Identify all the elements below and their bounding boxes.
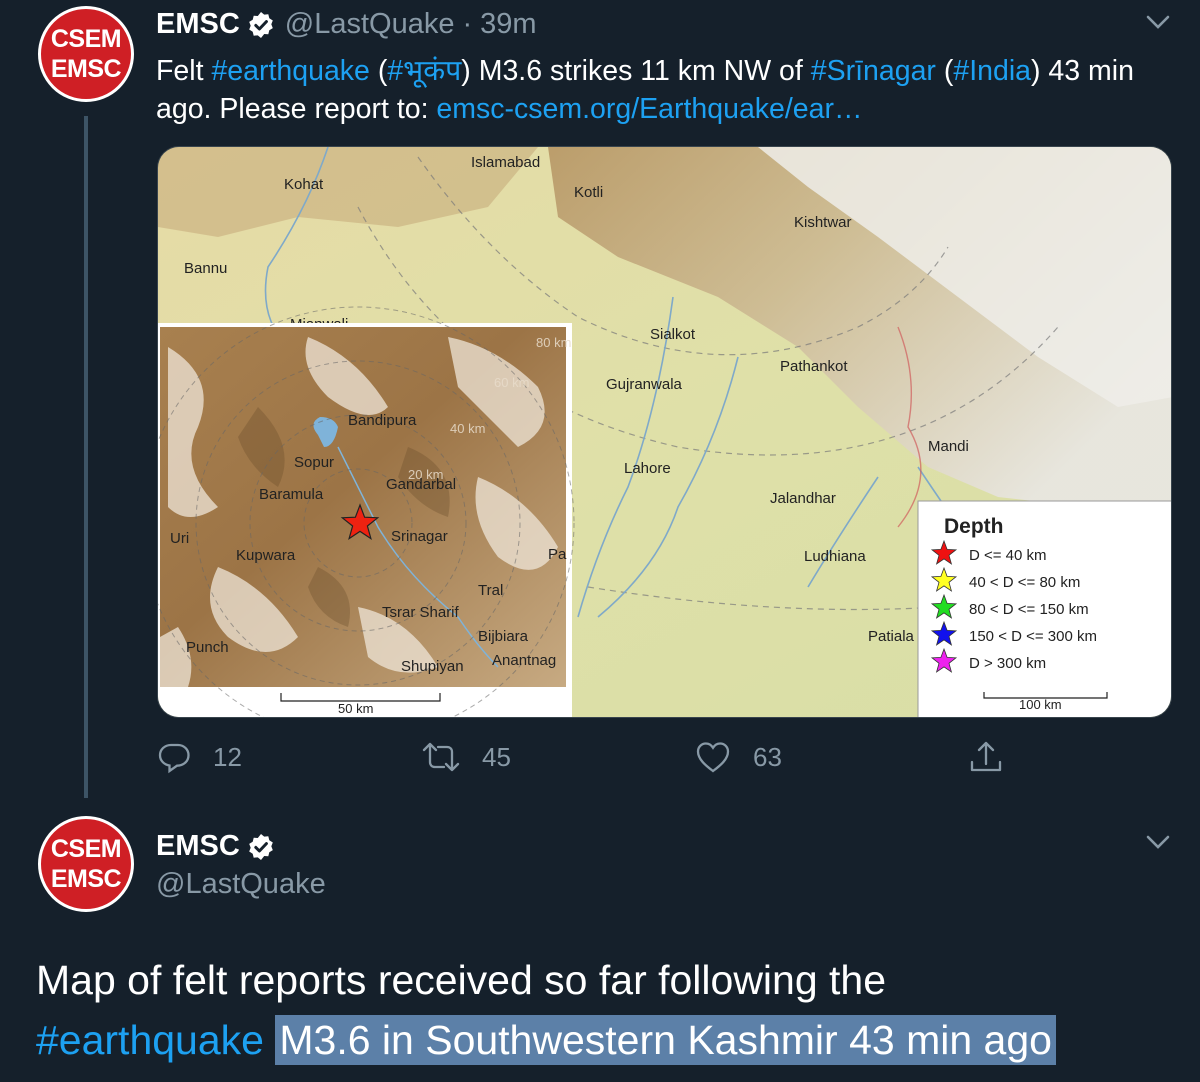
timestamp[interactable]: 39m <box>480 8 536 41</box>
handle[interactable]: @LastQuake <box>285 8 455 41</box>
inset-place-label: Tsrar Sharif <box>382 604 460 621</box>
place-label: Mandi <box>928 438 969 455</box>
avatar-text-top: CSEM <box>50 25 122 53</box>
display-name[interactable]: EMSC <box>156 8 240 41</box>
inset-place-label: Tral <box>478 582 503 599</box>
chevron-down-icon[interactable] <box>1144 8 1172 36</box>
place-label: Islamabad <box>471 154 540 171</box>
external-link[interactable]: emsc-csem.org/Earthquake/ear… <box>436 93 862 125</box>
reply-count: 12 <box>213 741 242 772</box>
avatar-text-bottom: EMSC <box>50 865 122 893</box>
tweet-1[interactable]: CSEM EMSC EMSC @LastQuake · 39m Felt #ea… <box>0 0 1200 806</box>
legend-title: Depth <box>944 515 1004 538</box>
ring-label: 40 km <box>450 421 485 436</box>
place-label: Bannu <box>184 260 227 277</box>
hashtag-india[interactable]: #India <box>953 55 1031 87</box>
inset-place-label: Bijbiara <box>478 628 529 645</box>
avatar[interactable]: CSEM EMSC <box>38 6 134 102</box>
avatar-text-bottom: EMSC <box>50 55 122 83</box>
share-icon <box>970 741 1002 772</box>
inset-place-label: Sopur <box>294 454 334 471</box>
inset-place-label: Pa <box>548 546 567 563</box>
verified-badge-icon <box>247 833 275 861</box>
inset-place-label: Bandipura <box>348 412 417 429</box>
chevron-down-icon[interactable] <box>1144 828 1172 856</box>
verified-badge-icon <box>247 11 275 39</box>
heart-icon <box>696 742 730 773</box>
retweet-button[interactable]: 45 <box>422 740 511 774</box>
place-label: Gujranwala <box>606 376 683 393</box>
text-segment: ( <box>935 55 954 87</box>
retweet-count: 45 <box>482 741 511 772</box>
reply-button[interactable]: 12 <box>157 740 242 774</box>
tweet-text: Felt #earthquake (#भूकंप) M3.6 strikes 1… <box>156 52 1166 128</box>
map-image[interactable]: Islamabad Kohat Kotli Kishtwar Bannu Mia… <box>157 146 1172 718</box>
place-label: Pathankot <box>780 358 848 375</box>
place-label: Kotli <box>574 184 603 201</box>
ring-label: 80 km <box>536 335 571 350</box>
like-count: 63 <box>753 741 782 772</box>
inset-place-label: Uri <box>170 530 189 547</box>
legend-label: 40 < D <= 80 km <box>969 574 1080 591</box>
hashtag-srinagar[interactable]: #Srīnagar <box>811 55 936 87</box>
place-label: Ludhiana <box>804 548 866 565</box>
retweet-icon <box>422 742 460 772</box>
legend-scale-label: 100 km <box>1019 697 1062 712</box>
avatar[interactable]: CSEM EMSC <box>38 816 134 912</box>
place-label: Patiala <box>868 628 915 645</box>
hashtag-earthquake[interactable]: #earthquake <box>36 1017 264 1063</box>
text-line: Map of felt reports received so far foll… <box>36 957 887 1003</box>
inset-place-label: Shupiyan <box>401 658 464 675</box>
inset-place-label: Srinagar <box>391 528 448 545</box>
tweet-header: EMSC @LastQuake · 39m <box>156 8 537 41</box>
text-segment: Felt <box>156 55 212 87</box>
legend-label: 80 < D <= 150 km <box>969 601 1089 618</box>
tweet2-text: Map of felt reports received so far foll… <box>36 950 1196 1070</box>
inset-place-label: Anantnag <box>492 652 556 669</box>
share-button[interactable] <box>968 740 1004 776</box>
text-line-2: #earthquake M3.6 in Southwestern Kashmir… <box>36 1010 1196 1070</box>
like-button[interactable]: 63 <box>695 740 782 774</box>
legend-label: D > 300 km <box>969 655 1046 672</box>
selected-text: M3.6 in Southwestern Kashmir 43 min ago <box>275 1015 1056 1065</box>
place-label: Lahore <box>624 460 671 477</box>
text-segment: ( <box>369 55 388 87</box>
text-segment: ) M3.6 strikes 11 km NW of <box>461 55 811 87</box>
place-label: Kishtwar <box>794 214 852 231</box>
hashtag-bhukamp[interactable]: #भूकंप <box>387 55 461 87</box>
inset-map: 80 km 60 km 40 km 20 km Bandipura Sopur … <box>158 306 575 717</box>
inset-scale-label: 50 km <box>338 701 373 716</box>
tweet2-header: EMSC <box>156 830 285 863</box>
reply-icon <box>158 743 190 774</box>
hashtag-earthquake[interactable]: #earthquake <box>211 55 369 87</box>
handle[interactable]: @LastQuake <box>156 868 326 901</box>
thread-connector <box>84 116 88 806</box>
place-label: Jalandhar <box>770 490 836 507</box>
legend-label: 150 < D <= 300 km <box>969 628 1097 645</box>
depth-legend: Depth D <= 40 km 40 < D <= 80 km 80 < D … <box>917 500 1171 717</box>
inset-place-label: Baramula <box>259 486 324 503</box>
inset-place-label: Gandarbal <box>386 476 456 493</box>
place-label: Kohat <box>284 176 324 193</box>
ring-label: 60 km <box>494 375 529 390</box>
inset-place-label: Punch <box>186 639 229 656</box>
legend-label: D <= 40 km <box>969 547 1047 564</box>
inset-place-label: Kupwara <box>236 547 296 564</box>
display-name[interactable]: EMSC <box>156 830 240 863</box>
place-label: Sialkot <box>650 326 696 343</box>
separator: · <box>462 8 473 40</box>
tweet-actions: 12 45 63 <box>0 740 1200 780</box>
avatar-text-top: CSEM <box>50 835 122 863</box>
